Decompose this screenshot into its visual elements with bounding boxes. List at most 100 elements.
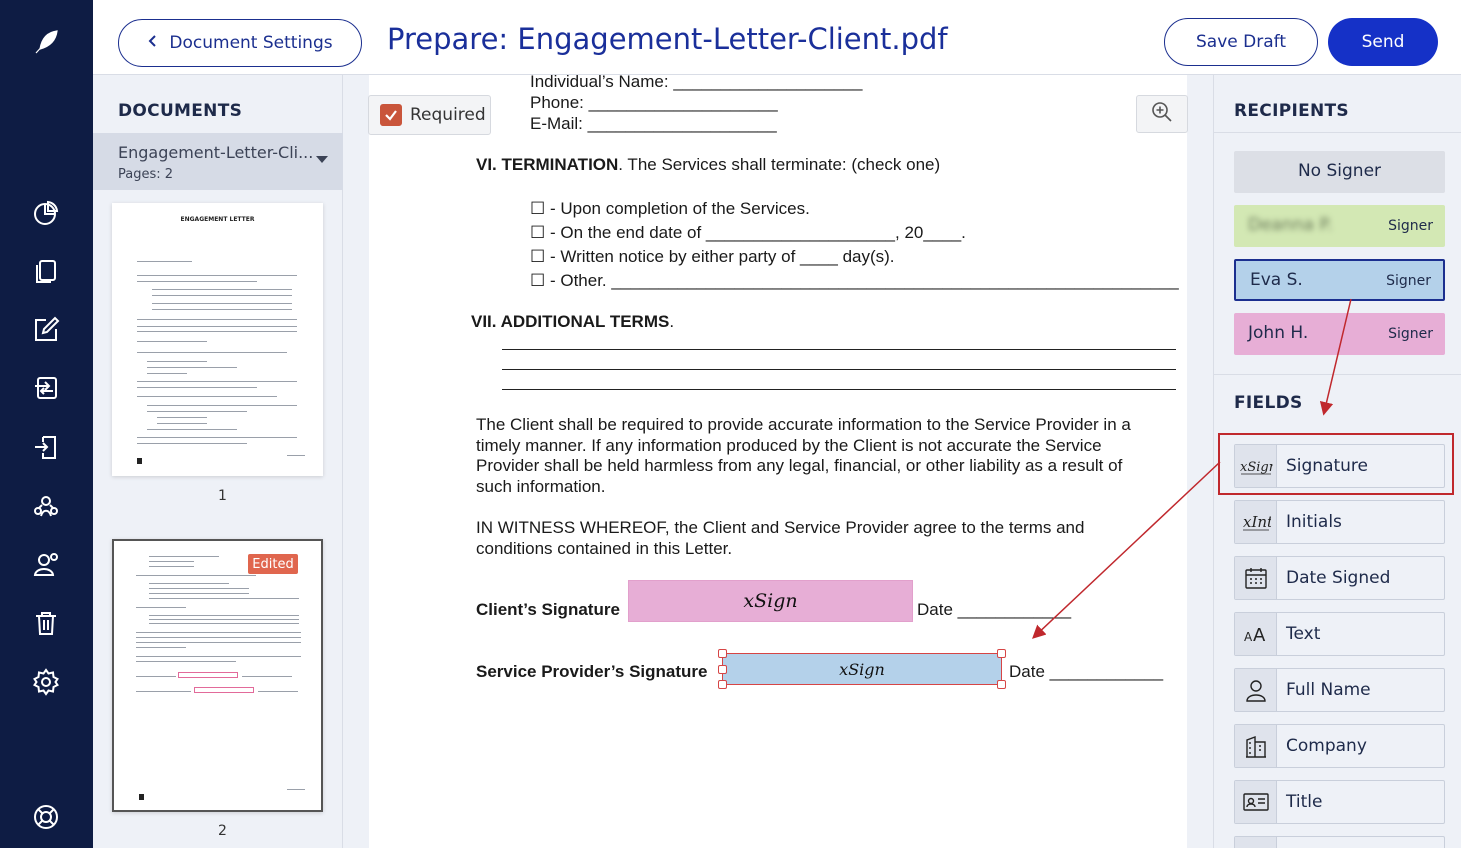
page-title: Prepare: Engagement-Letter-Client.pdf [387, 22, 948, 56]
initials-icon: xInt [1235, 501, 1277, 543]
page-thumbnail-1[interactable]: ENGAGEMENT LETTER [112, 203, 323, 476]
calendar-icon [1235, 557, 1277, 599]
date-line-1: Date ____________ [917, 600, 1072, 619]
provider-signature-field[interactable]: xSign [718, 649, 1006, 689]
recipient-role: Signer [1388, 326, 1433, 342]
field-text-button[interactable]: AA Text [1234, 612, 1445, 656]
required-label: Required [410, 105, 486, 125]
field-label: Text [1286, 624, 1321, 644]
termination-section: VI. TERMINATION. The Services shall term… [476, 155, 940, 175]
paragraph-line: Provider shall be held harmless from any… [476, 456, 1123, 475]
contacts-icon[interactable] [30, 549, 62, 581]
thumbnail-client-field [178, 672, 238, 678]
save-draft-button[interactable]: Save Draft [1164, 18, 1318, 66]
field-date-signed-button[interactable]: Date Signed [1234, 556, 1445, 600]
documents-heading: DOCUMENTS [118, 101, 243, 121]
settings-icon[interactable] [30, 666, 62, 698]
blank-line [502, 389, 1176, 390]
paragraph-line: The Client shall be required to provide … [476, 415, 1131, 434]
sign-mark: xSign [839, 659, 885, 679]
documents-icon[interactable] [30, 255, 62, 287]
additional-terms-section: VII. ADDITIONAL TERMS. [471, 312, 675, 331]
zoom-in-icon [1151, 101, 1173, 127]
field-label: Title [1286, 792, 1323, 812]
date-line-2: Date ____________ [1009, 662, 1164, 681]
page-number-1: 1 [218, 488, 227, 504]
fields-heading: FIELDS [1234, 393, 1303, 413]
paragraph-line: conditions contained in this Letter. [476, 539, 733, 558]
email-line: E-Mail: ____________________ [530, 114, 777, 133]
transfer-icon[interactable] [30, 372, 62, 404]
field-title-button[interactable]: Title [1234, 780, 1445, 824]
blank-line [502, 349, 1176, 350]
document-canvas: Individual’s Name: ____________________ … [343, 75, 1213, 848]
thumbnail-logo [137, 458, 142, 464]
thumbnail-provider-field [194, 687, 254, 693]
recipient-no-signer[interactable]: No Signer [1234, 151, 1445, 193]
recipient-name: Deanna P. [1248, 215, 1333, 235]
recipient-name: Eva S. [1250, 270, 1303, 290]
dropdown-caret-icon[interactable] [316, 156, 328, 163]
documents-panel: DOCUMENTS Engagement-Letter-Cli... Pages… [93, 75, 343, 848]
send-button[interactable]: Send [1328, 18, 1438, 66]
field-initials-button[interactable]: xInt Initials [1234, 500, 1445, 544]
individual-name-line: Individual’s Name: ____________________ [530, 75, 863, 91]
team-icon[interactable] [30, 490, 62, 522]
required-checkbox[interactable]: Required [368, 95, 491, 135]
checkmark-icon [380, 104, 402, 126]
field-label: Company [1286, 736, 1367, 756]
resize-handle[interactable] [718, 680, 727, 689]
field-company-button[interactable]: Company [1234, 724, 1445, 768]
termination-option-4: ☐ - Other. _____________________________… [530, 271, 1179, 290]
zoom-in-button[interactable] [1136, 95, 1188, 133]
svg-text:A: A [1244, 630, 1253, 644]
resize-handle[interactable] [718, 649, 727, 658]
help-icon[interactable] [30, 801, 62, 833]
resize-handle[interactable] [718, 665, 727, 674]
field-more-button[interactable] [1234, 836, 1445, 848]
termination-heading: VI. TERMINATION [476, 155, 619, 174]
pie-chart-icon[interactable] [30, 197, 62, 229]
building-icon [1235, 725, 1277, 767]
termination-option-2: ☐ - On the end date of _________________… [530, 223, 966, 242]
field-label: Full Name [1286, 680, 1371, 700]
feather-logo-icon[interactable] [30, 26, 62, 58]
recipient-deanna[interactable]: Deanna P. Signer [1234, 205, 1445, 247]
field-full-name-button[interactable]: Full Name [1234, 668, 1445, 712]
resize-handle[interactable] [997, 649, 1006, 658]
recipient-john[interactable]: John H. Signer [1234, 313, 1445, 355]
document-settings-label: Document Settings [169, 33, 333, 53]
document-page: Individual’s Name: ____________________ … [369, 75, 1187, 848]
thumbnail-logo [139, 794, 144, 800]
recipient-eva[interactable]: Eva S. Signer [1234, 259, 1445, 301]
field-label: Date Signed [1286, 568, 1391, 588]
recipient-name: John H. [1248, 323, 1309, 343]
id-card-icon [1235, 781, 1277, 823]
trash-icon[interactable] [30, 607, 62, 639]
field-label: Initials [1286, 512, 1342, 532]
provider-signature-label: Service Provider’s Signature [476, 662, 708, 681]
client-signature-label: Client’s Signature [476, 600, 620, 619]
nav-rail [0, 0, 93, 848]
document-settings-button[interactable]: Document Settings [118, 19, 362, 67]
document-page-count: Pages: 2 [118, 167, 174, 182]
resize-handle[interactable] [997, 680, 1006, 689]
edit-icon[interactable] [30, 313, 62, 345]
client-signature-field[interactable]: xSign [628, 580, 913, 622]
paragraph-line: such information. [476, 477, 606, 496]
recipient-role: Signer [1388, 218, 1433, 234]
recipient-name: No Signer [1297, 161, 1382, 181]
document-selector[interactable]: Engagement-Letter-Cli... Pages: 2 [93, 133, 343, 190]
chevron-left-icon [147, 33, 159, 53]
termination-option-1: ☐ - Upon completion of the Services. [530, 199, 810, 218]
sign-mark: xSign [743, 590, 798, 612]
person-icon [1235, 669, 1277, 711]
annotation-highlight-box [1218, 433, 1454, 495]
page-thumbnail-2[interactable]: Edited [112, 539, 323, 812]
phone-line: Phone: ____________________ [530, 93, 778, 112]
recipient-role: Signer [1386, 273, 1431, 289]
paragraph-line: timely manner. If any information produc… [476, 436, 1102, 455]
termination-text: . The Services shall terminate: (check o… [618, 155, 941, 174]
blank-line [502, 369, 1176, 370]
import-icon[interactable] [30, 431, 62, 463]
